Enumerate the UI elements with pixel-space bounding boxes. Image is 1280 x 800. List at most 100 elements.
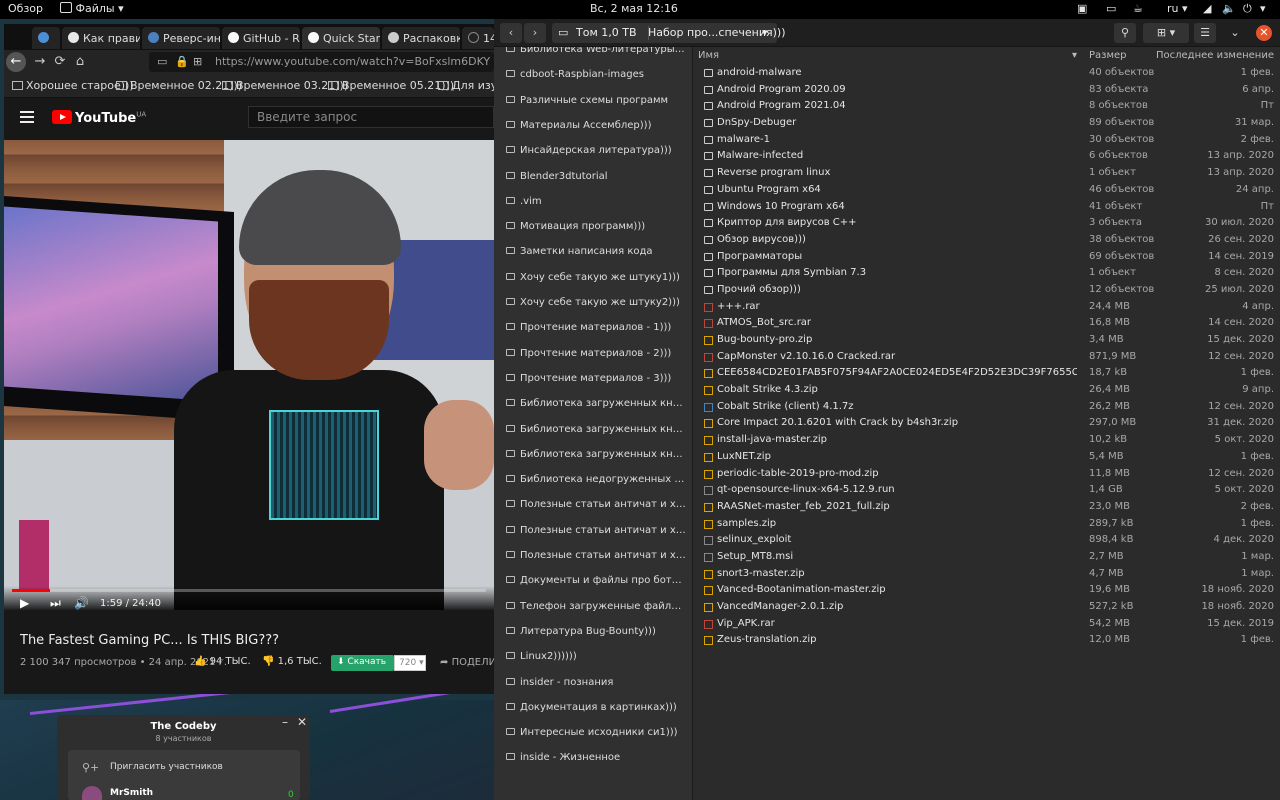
sidebar-item[interactable]: Библиотека Web-литературы))) — [506, 47, 686, 64]
sidebar-item[interactable]: Хочу себе такую же штуку2))) — [506, 297, 686, 317]
member-name[interactable]: MrSmith — [110, 788, 153, 798]
sidebar-item[interactable]: .vim — [506, 196, 686, 216]
file-row[interactable]: Обзор вирусов))) 38 объектов 26 сен. 2020 — [694, 232, 1280, 249]
file-row[interactable]: +++.rar 24,4 MB 4 апр. — [694, 299, 1280, 316]
dislike-button[interactable]: 👎 1,6 ТЫС. — [262, 656, 322, 667]
file-row[interactable]: Windows 10 Program x64 41 объект Пт — [694, 199, 1280, 216]
keyboard-layout[interactable]: ru ▾ — [1167, 2, 1188, 15]
sort-chevron-icon[interactable]: ▾ — [1072, 50, 1077, 61]
sidebar-item[interactable]: Библиотека загруженных книг5))) — [506, 449, 686, 469]
file-row[interactable]: install-java-master.zip 10,2 kB 5 окт. 202… — [694, 432, 1280, 449]
sidebar-item[interactable]: Прочтение материалов - 2))) — [506, 348, 686, 368]
activities-button[interactable]: Обзор — [8, 2, 43, 15]
sidebar-item[interactable]: Полезные статьи античат и хакер ... — [506, 499, 686, 519]
volume-icon[interactable]: 🔈 — [1222, 2, 1236, 15]
file-row[interactable]: CapMonster v2.10.16.0 Cracked.rar 871,9 M… — [694, 349, 1280, 366]
back-button[interactable]: ← — [6, 52, 26, 72]
page-icon[interactable]: ⊞ — [193, 55, 202, 68]
sidebar-item[interactable]: Полезные статьи античат и хакер ... — [506, 525, 686, 545]
forward-button[interactable]: › — [524, 23, 546, 43]
file-row[interactable]: Cobalt Strike 4.3.zip 26,4 MB 9 апр. — [694, 382, 1280, 399]
play-icon[interactable]: ▶ — [20, 596, 29, 610]
browser-tab[interactable]: Как правил — [62, 27, 140, 49]
browser-tab-active[interactable]: Quick Start — [302, 27, 380, 49]
sidebar-item[interactable]: Интересные исходники си1))) — [506, 727, 686, 747]
browser-tab[interactable]: Распаковка — [382, 27, 460, 49]
file-row[interactable]: Zeus-translation.zip 12,0 MB 1 фев. — [694, 632, 1280, 649]
sidebar-item[interactable]: Телефон загруженные файлы 5))) — [506, 601, 686, 621]
sidebar-item[interactable]: cdboot-Raspbian-images — [506, 69, 686, 89]
lock-icon[interactable]: 🔒 — [175, 55, 189, 68]
browser-tab[interactable]: GitHub - Re — [222, 27, 300, 49]
file-row[interactable]: VancedManager-2.0.1.zip 527,2 kB 18 нояб. … — [694, 599, 1280, 616]
sidebar-item[interactable]: Материалы Ассемблер))) — [506, 120, 686, 140]
file-row[interactable]: Bug-bounty-pro.zip 3,4 MB 15 дек. 2020 — [694, 332, 1280, 349]
clock[interactable]: Вс, 2 мая 12:16 — [590, 2, 678, 15]
address-bar[interactable]: ▭ 🔒 ⊞ https://www.youtube.com/watch?v=Bo… — [149, 52, 494, 72]
browser-tab[interactable]: Реверс-инж — [142, 27, 220, 49]
column-size[interactable]: Размер — [1089, 50, 1127, 61]
close-icon[interactable]: ✕ — [1256, 25, 1272, 41]
invite-members-button[interactable]: Пригласить участников — [110, 762, 223, 772]
close-icon[interactable]: ✕ — [297, 715, 307, 729]
file-row[interactable]: samples.zip 289,7 kB 1 фев. — [694, 516, 1280, 533]
youtube-logo[interactable]: YouTubeUA — [52, 110, 146, 126]
share-button[interactable]: ➦ ПОДЕЛИ — [440, 657, 494, 668]
download-button[interactable]: ⬇ Скачать — [331, 655, 394, 671]
file-row[interactable]: Core Impact 20.1.6201 with Crack by b4sh… — [694, 415, 1280, 432]
screen-tray-icon[interactable]: ▭ — [1106, 2, 1116, 15]
quality-select[interactable]: 720 ▾ — [394, 655, 426, 671]
video-player[interactable]: ▶ ⏭ 🔊 1:59 / 24:40 — [4, 140, 494, 610]
browser-tab[interactable]: 14 — [462, 27, 494, 49]
file-row[interactable]: malware-1 30 объектов 2 фев. — [694, 132, 1280, 149]
file-row[interactable]: Setup_MT8.msi 2,7 MB 1 мар. — [694, 549, 1280, 566]
power-icon[interactable]: ⏻ — [1243, 2, 1252, 16]
search-input[interactable]: Введите запрос — [248, 106, 494, 128]
bookmark-icon[interactable]: ▭ — [157, 55, 167, 68]
file-row[interactable]: periodic-table-2019-pro-mod.zip 11,8 MB 12… — [694, 466, 1280, 483]
file-row[interactable]: Vip_APK.rar 54,2 MB 15 дек. 2019 — [694, 616, 1280, 633]
sidebar-item[interactable]: Библиотека загруженных книг1))) — [506, 398, 686, 418]
coffee-tray-icon[interactable]: ☕ — [1133, 2, 1143, 15]
sidebar-item[interactable]: Литература Bug-Bounty))) — [506, 626, 686, 646]
network-icon[interactable]: ◢ — [1203, 2, 1211, 15]
view-toggle-button[interactable]: ⊞ ▾ — [1143, 23, 1189, 43]
file-row[interactable]: snort3-master.zip 4,7 MB 1 мар. — [694, 566, 1280, 583]
sidebar-item[interactable]: Документы и файлы про ботанику ... — [506, 575, 686, 595]
like-button[interactable]: 👍 94 ТЫС. — [194, 656, 251, 667]
file-row[interactable]: DnSpy-Debuger 89 объектов 31 мар. — [694, 115, 1280, 132]
file-row[interactable]: selinux_exploit 898,4 kB 4 дек. 2020 — [694, 532, 1280, 549]
bookmark-folder[interactable]: Для изуч — [438, 79, 494, 92]
path-segment-volume[interactable]: Том 1,0 ТВ — [576, 26, 637, 39]
system-menu-chevron-down-icon[interactable]: ▾ — [1260, 2, 1266, 15]
file-row[interactable]: Malware-infected 6 объектов 13 апр. 2020 — [694, 148, 1280, 165]
path-chevron-down-icon[interactable]: ▾ — [762, 26, 768, 39]
calendar-tray-icon[interactable]: ▣ — [1077, 2, 1087, 15]
sidebar-item[interactable]: Прочтение материалов - 1))) — [506, 322, 686, 342]
file-row[interactable]: android-malware 40 объектов 1 фев. — [694, 65, 1280, 82]
sidebar-item[interactable]: Полезные статьи античат и хакер ... — [506, 550, 686, 570]
sidebar-item[interactable]: Прочтение материалов - 3))) — [506, 373, 686, 393]
file-row[interactable]: Android Program 2021.04 8 объектов Пт — [694, 98, 1280, 115]
sidebar-item[interactable]: Документация в картинках))) — [506, 702, 686, 722]
reload-button[interactable]: ⟳ — [50, 52, 70, 72]
window-menu-button[interactable]: ⌄ — [1224, 23, 1246, 43]
minimize-icon[interactable]: – — [282, 715, 288, 729]
sidebar-item[interactable]: Blender3dtutorial — [506, 171, 686, 191]
file-row[interactable]: Прочий обзор))) 12 объектов 25 июл. 2020 — [694, 282, 1280, 299]
menu-icon[interactable] — [20, 111, 34, 123]
volume-icon[interactable]: 🔊 — [74, 596, 89, 610]
sidebar-item[interactable]: Linux2)))))) — [506, 651, 686, 671]
browser-tab[interactable] — [32, 27, 60, 49]
app-menu[interactable]: Файлы ▾ — [60, 2, 124, 15]
file-row[interactable]: LuxNET.zip 5,4 MB 1 фев. — [694, 449, 1280, 466]
home-button[interactable]: ⌂ — [70, 52, 90, 72]
file-row[interactable]: CEE6584CD2E01FAB5F075F94AF2A0CE024ED5E4F… — [694, 365, 1280, 382]
file-row[interactable]: Программы для Symbian 7.3 1 объект 8 сен. … — [694, 265, 1280, 282]
file-row[interactable]: Программаторы 69 объектов 14 сен. 2019 — [694, 249, 1280, 266]
file-row[interactable]: Криптор для вирусов С++ 3 объекта 30 июл. … — [694, 215, 1280, 232]
next-icon[interactable]: ⏭ — [50, 596, 61, 610]
column-name[interactable]: Имя — [698, 50, 719, 61]
menu-button[interactable]: ☰ — [1194, 23, 1216, 43]
bookmark-folder[interactable]: Временное 05.21))) — [328, 79, 454, 92]
